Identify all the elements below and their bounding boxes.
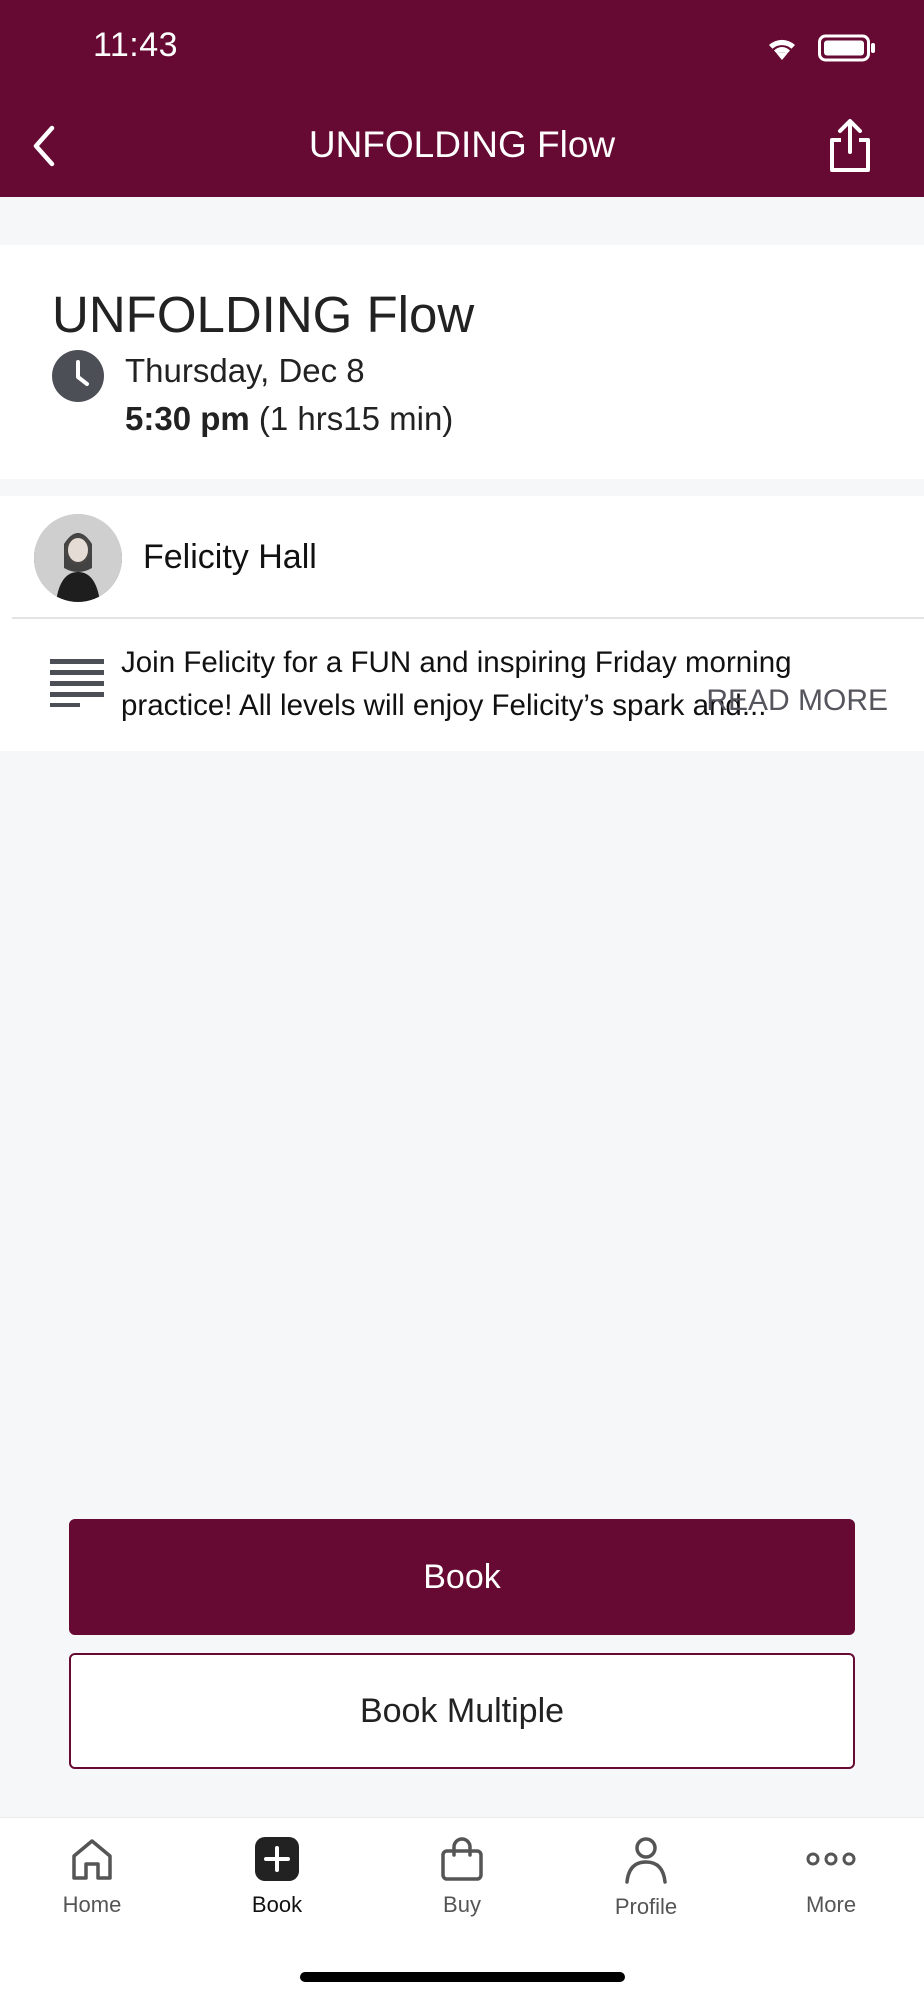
status-time: 11:43 [93, 26, 179, 64]
instructor-name[interactable]: Felicity Hall [143, 538, 317, 577]
tab-book[interactable]: Book [202, 1836, 352, 1936]
share-icon [830, 119, 870, 172]
class-time: 5:30 pm (1 hrs15 min) [125, 400, 453, 438]
read-more-link[interactable]: READ MORE [706, 684, 888, 718]
clock-icon [52, 350, 104, 402]
status-icons [764, 34, 876, 62]
battery-icon [818, 34, 875, 62]
tab-more-label: More [805, 1892, 857, 1917]
avatar-photo [34, 514, 122, 602]
class-info-card: UNFOLDING Flow Thursday, Dec 8 5:30 pm (… [0, 245, 924, 479]
divider [12, 617, 924, 619]
description-lines-icon [50, 659, 104, 707]
tab-profile-label: Profile [614, 1894, 678, 1919]
book-multiple-button[interactable]: Book Multiple [69, 1653, 855, 1769]
person-icon [625, 1837, 667, 1884]
tab-book-label: Book [251, 1892, 303, 1917]
tab-more[interactable]: More [756, 1836, 906, 1936]
book-button[interactable]: Book [69, 1519, 855, 1635]
tab-buy[interactable]: Buy [387, 1836, 537, 1936]
share-button[interactable] [824, 118, 876, 174]
tab-profile[interactable]: Profile [571, 1836, 721, 1936]
instructor-avatar[interactable] [34, 514, 122, 602]
plus-square-icon [255, 1837, 299, 1881]
bag-icon [441, 1837, 483, 1881]
home-indicator [300, 1972, 625, 1982]
class-title: UNFOLDING Flow [52, 286, 475, 343]
wifi-icon [769, 39, 795, 60]
home-icon [72, 1839, 112, 1880]
app-header: 11:43 UNFOLDING Flow [0, 0, 924, 197]
tab-buy-label: Buy [443, 1892, 481, 1917]
tab-home[interactable]: Home [17, 1836, 167, 1936]
tab-home-label: Home [62, 1892, 122, 1917]
class-duration: (1 hrs15 min) [258, 400, 454, 437]
class-start-time: 5:30 pm [125, 400, 250, 437]
class-detail-card: Felicity Hall Join Felicity for a FUN an… [0, 496, 924, 751]
class-date: Thursday, Dec 8 [125, 352, 365, 389]
nav-title: UNFOLDING Flow [308, 124, 616, 165]
more-dots-icon [806, 1852, 856, 1866]
